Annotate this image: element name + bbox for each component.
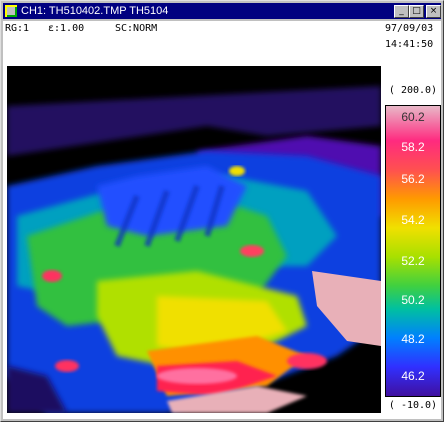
scale-tick: 48.2 bbox=[401, 332, 425, 346]
minimize-button[interactable]: _ bbox=[394, 5, 409, 18]
thermal-viewer-window: CH1: TH510402.TMP TH5104 _ □ × RG:1 ε:1.… bbox=[0, 0, 444, 422]
scale-tick: 52.2 bbox=[401, 254, 425, 268]
date-readout: 97/09/03 bbox=[385, 23, 434, 34]
thermal-image-render bbox=[7, 66, 381, 413]
scale-min-label: ( -10.0) bbox=[388, 400, 438, 411]
window-title: CH1: TH510402.TMP TH5104 bbox=[21, 5, 169, 17]
app-icon[interactable] bbox=[5, 5, 17, 17]
scale-tick: 58.2 bbox=[401, 140, 425, 154]
client-area: RG:1 ε:1.00 SC:NORM 97/09/03 14:41:50 (… bbox=[3, 21, 441, 419]
emissivity-readout: ε:1.00 bbox=[48, 23, 85, 34]
close-button[interactable]: × bbox=[426, 5, 441, 18]
temperature-scale: ( 200.0) 60.2 58.2 56.2 54.2 52.2 50.2 4… bbox=[385, 85, 441, 415]
scale-tick: 56.2 bbox=[401, 172, 425, 186]
sc-mode-readout: SC:NORM bbox=[115, 23, 158, 34]
title-bar[interactable]: CH1: TH510402.TMP TH5104 _ □ × bbox=[3, 3, 441, 19]
time-readout: 14:41:50 bbox=[385, 39, 434, 50]
scale-tick: 50.2 bbox=[401, 293, 425, 307]
scale-tick: 54.2 bbox=[401, 213, 425, 227]
maximize-button[interactable]: □ bbox=[409, 5, 424, 18]
color-scale-bar: 60.2 58.2 56.2 54.2 52.2 50.2 48.2 46.2 … bbox=[385, 105, 441, 412]
scale-tick: 46.2 bbox=[401, 369, 425, 383]
scale-tick: 60.2 bbox=[401, 110, 425, 124]
scale-max-label: ( 200.0) bbox=[388, 85, 438, 96]
range-readout: RG:1 bbox=[5, 23, 30, 34]
thermal-image[interactable] bbox=[7, 66, 381, 413]
